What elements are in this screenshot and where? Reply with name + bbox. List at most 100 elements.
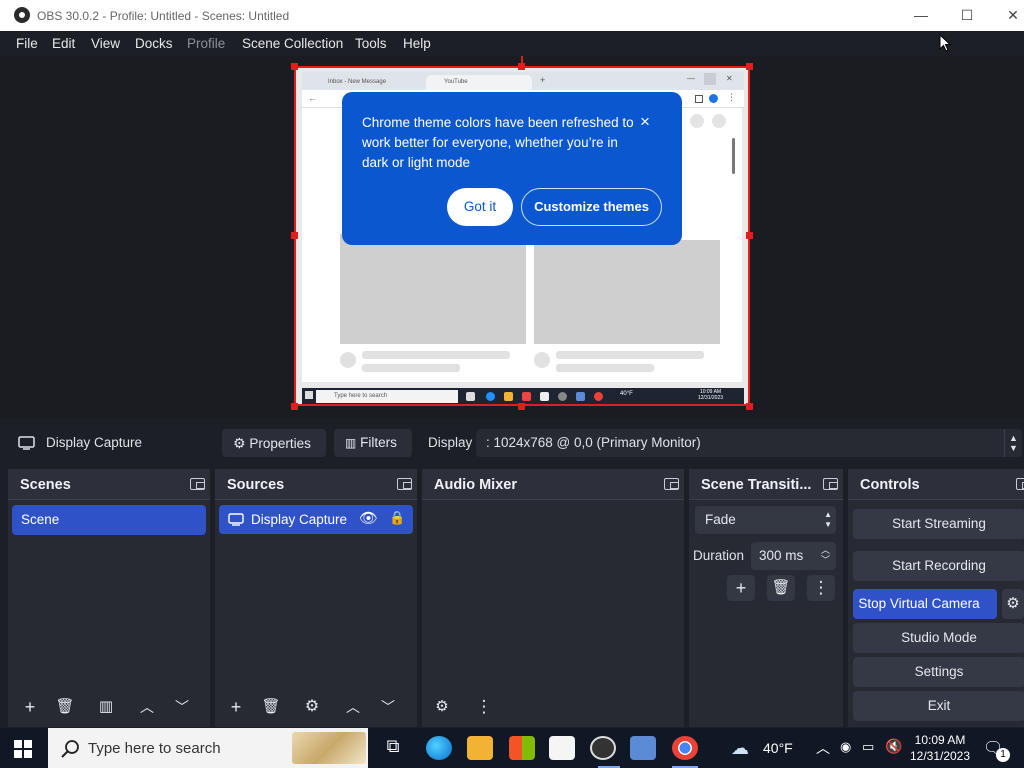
duration-value: 300 ms (759, 548, 804, 563)
menu-edit[interactable]: Edit (52, 36, 75, 51)
window-title: OBS 30.0.2 - Profile: Untitled - Scenes:… (37, 9, 290, 23)
visibility-eye-icon[interactable]: 👁 (359, 509, 378, 527)
inner-edge-icon (486, 392, 495, 401)
webcam-icon[interactable]: ◉ (840, 739, 851, 755)
duration-spinbox[interactable]: 300 ms ︿ ﹀ (751, 542, 836, 570)
inner-store-icon (522, 392, 531, 401)
windows-start-icon[interactable] (14, 740, 32, 758)
undock-icon[interactable] (823, 478, 838, 490)
popup-close-icon[interactable]: × (640, 112, 650, 132)
spin-arrows-icon[interactable]: ︿ ﹀ (821, 542, 830, 565)
menu-dots-icon: ⋮ (727, 92, 736, 102)
settings-button[interactable]: Settings (853, 657, 1024, 687)
store-icon[interactable] (509, 736, 535, 760)
add-scene-button[interactable]: + (16, 694, 44, 720)
menu-docks[interactable]: Docks (135, 36, 173, 51)
lock-icon[interactable]: 🔒 (389, 510, 405, 526)
resize-handle[interactable] (518, 403, 525, 410)
chrome-icon[interactable] (672, 736, 698, 760)
inner-mail-icon (540, 392, 549, 401)
menu-profile[interactable]: Profile (187, 36, 225, 51)
scenes-dock: Scenes Scene + 🗑 ▥ ︿ ﹀ (8, 469, 210, 727)
scene-item[interactable]: Scene (12, 505, 206, 535)
browser-tab: Inbox - New Message (310, 75, 422, 90)
inner-explorer-icon (504, 392, 513, 401)
edge-icon[interactable] (426, 736, 452, 760)
resize-handle[interactable] (291, 63, 298, 70)
resize-handle[interactable] (291, 403, 298, 410)
inner-clock: 10:09 AM 12/31/2023 (698, 389, 723, 401)
windows-taskbar: Type here to search ⧉ ☁ 40°F ︿ ◉ ▭ 🔇 10:… (0, 728, 1024, 768)
undock-icon[interactable] (190, 478, 205, 490)
obs-taskbar-icon[interactable] (590, 736, 616, 760)
weather-temperature[interactable]: 40°F (763, 740, 793, 756)
remove-scene-button[interactable]: 🗑 (51, 694, 79, 720)
remote-desktop-icon[interactable] (630, 736, 656, 760)
resize-handle[interactable] (291, 232, 298, 239)
advanced-audio-settings-icon[interactable]: ⚙ (428, 694, 456, 720)
menu-bar: File Edit View Docks Profile Scene Colle… (0, 31, 1024, 56)
move-scene-down-button[interactable]: ﹀ (168, 694, 196, 720)
scene-filters-button[interactable]: ▥ (92, 694, 120, 720)
title-placeholder (556, 351, 704, 359)
transition-select[interactable]: Fade ▲ ▼ (695, 506, 836, 534)
start-streaming-button[interactable]: Start Streaming (853, 509, 1024, 539)
audio-mixer-menu-icon[interactable]: ⋮ (470, 694, 498, 720)
sources-dock: Sources Display Capture 👁 🔒 + 🗑 ⚙ ︿ ﹀ (215, 469, 417, 727)
start-recording-button[interactable]: Start Recording (853, 551, 1024, 581)
source-item[interactable]: Display Capture 👁 🔒 (219, 505, 413, 534)
volume-muted-icon[interactable]: 🔇 (885, 738, 902, 755)
audio-mixer-toolbar: ⚙ ⋮ (422, 689, 684, 727)
add-source-button[interactable]: + (222, 694, 250, 720)
taskbar-search-box[interactable]: Type here to search (48, 728, 368, 768)
menu-file[interactable]: File (16, 36, 38, 51)
resize-handle[interactable] (746, 63, 753, 70)
undock-icon[interactable] (397, 478, 412, 490)
network-icon[interactable]: ▭ (862, 739, 874, 755)
display-select[interactable]: : 1024x768 @ 0,0 (Primary Monitor) ▲ ▼ (476, 429, 1022, 457)
source-item-label: Display Capture (251, 512, 348, 527)
resize-handle[interactable] (746, 232, 753, 239)
move-source-up-button[interactable]: ︿ (339, 694, 367, 720)
transition-properties-icon[interactable]: ⋮ (807, 575, 835, 601)
taskbar-clock[interactable]: 10:09 AM 12/31/2023 (906, 732, 974, 764)
gear-icon: ⚙ (233, 435, 246, 451)
filters-label: Filters (360, 435, 397, 450)
virtual-camera-settings-icon[interactable]: ⚙ (1002, 589, 1024, 619)
inner-obs-icon (558, 392, 567, 401)
resize-handle[interactable] (746, 403, 753, 410)
file-explorer-icon[interactable] (467, 736, 493, 760)
inner-taskview-icon (466, 392, 475, 401)
task-view-icon[interactable]: ⧉ (380, 736, 406, 760)
filters-button[interactable]: ▥ Filters (334, 429, 412, 457)
stop-virtual-camera-button[interactable]: Stop Virtual Camera (853, 589, 997, 619)
exit-button[interactable]: Exit (853, 691, 1024, 721)
inner-rdp-icon (576, 392, 585, 401)
undock-icon[interactable] (1016, 478, 1024, 490)
move-source-down-button[interactable]: ﹀ (374, 694, 402, 720)
menu-scene-collection[interactable]: Scene Collection (242, 36, 343, 51)
studio-mode-button[interactable]: Studio Mode (853, 623, 1024, 653)
menu-help[interactable]: Help (403, 36, 431, 51)
mail-icon[interactable] (549, 736, 575, 760)
show-hidden-icons-chevron-icon[interactable]: ︿ (816, 738, 830, 758)
controls-title: Controls (860, 477, 920, 493)
move-scene-up-button[interactable]: ︿ (133, 694, 161, 720)
properties-button[interactable]: ⚙ Properties (222, 429, 326, 457)
got-it-button[interactable]: Got it (447, 188, 513, 226)
minimize-button[interactable]: — (898, 0, 944, 31)
customize-themes-button[interactable]: Customize themes (521, 188, 662, 226)
selected-source-name: Display Capture (46, 435, 143, 450)
undock-icon[interactable] (664, 478, 679, 490)
search-icon (61, 740, 79, 758)
remove-transition-button[interactable]: 🗑 (767, 575, 795, 601)
menu-view[interactable]: View (91, 36, 120, 51)
channel-avatar-placeholder (340, 352, 356, 368)
source-properties-button[interactable]: ⚙ (298, 694, 326, 720)
rotation-handle[interactable] (521, 56, 523, 65)
close-button[interactable]: ✕ (990, 0, 1024, 31)
add-transition-button[interactable]: + (727, 575, 755, 601)
menu-tools[interactable]: Tools (355, 36, 387, 51)
remove-source-button[interactable]: 🗑 (257, 694, 285, 720)
maximize-button[interactable]: ☐ (944, 0, 990, 31)
